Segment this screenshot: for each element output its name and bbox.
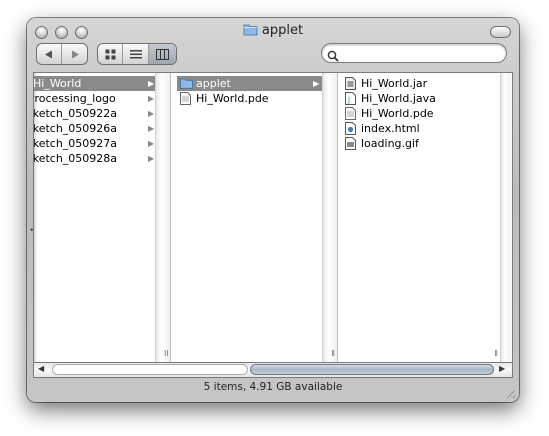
- scroll-track: [52, 364, 248, 375]
- window-title: applet: [261, 23, 304, 38]
- column-2: applet ▶ Hi_World.pde II: [171, 73, 338, 362]
- column-resize-grip[interactable]: II: [494, 349, 498, 358]
- icon-view-icon[interactable]: [98, 44, 124, 64]
- image-file-icon: [345, 137, 356, 150]
- list-item[interactable]: Hi_World ▶: [34, 76, 156, 91]
- nav-buttons: [36, 43, 88, 65]
- html-file-icon: [345, 122, 356, 135]
- column-1: Hi_World ▶ Processing_logo ▶ sketch_0509…: [34, 73, 171, 362]
- scroll-left-arrow-icon[interactable]: ◀: [38, 364, 44, 373]
- list-item[interactable]: sketch_050927a ▶: [34, 136, 156, 151]
- column-3-scrollbar[interactable]: [500, 73, 511, 362]
- toolbar-toggle-button[interactable]: [490, 26, 511, 38]
- list-item[interactable]: J Hi_World.java: [342, 91, 482, 106]
- column-resize-grip[interactable]: II: [164, 349, 169, 358]
- list-item[interactable]: sketch_050922a ▶: [34, 106, 156, 121]
- finder-window: applet Hi_World ▶ Processing_logo ▶ sket…: [27, 18, 519, 402]
- list-item[interactable]: Hi_World.jar: [342, 76, 482, 91]
- disclosure-arrow-icon: ▶: [148, 154, 155, 163]
- disclosure-arrow-icon: ▶: [148, 139, 155, 148]
- disclosure-arrow-icon: ▶: [313, 79, 320, 88]
- disclosure-arrow-icon: ▶: [148, 109, 155, 118]
- list-item[interactable]: sketch_050928a ▶: [34, 151, 156, 166]
- java-file-icon: J: [345, 92, 356, 105]
- back-arrow-icon[interactable]: [37, 44, 63, 64]
- search-icon: [327, 47, 339, 66]
- document-icon: [180, 92, 191, 105]
- view-switcher: [97, 43, 177, 65]
- list-view-icon[interactable]: [123, 44, 149, 64]
- column-resize-grip[interactable]: II: [331, 349, 335, 358]
- list-item[interactable]: Processing_logo ▶: [34, 91, 156, 106]
- search-field[interactable]: [321, 43, 507, 63]
- window-title-bar: applet: [27, 21, 519, 41]
- disclosure-arrow-icon: ▶: [148, 124, 155, 133]
- document-icon: [345, 107, 356, 120]
- search-input[interactable]: [342, 45, 496, 62]
- svg-text:J: J: [347, 96, 350, 104]
- list-item[interactable]: sketch_050926a ▶: [34, 121, 156, 136]
- column-2-scrollbar[interactable]: [322, 73, 337, 362]
- scroll-right-arrow-icon[interactable]: ▶: [499, 364, 505, 373]
- list-item[interactable]: loading.gif: [342, 136, 482, 151]
- column-1-scrollbar[interactable]: [155, 73, 170, 362]
- window-edge-handle: •: [29, 226, 35, 236]
- list-item[interactable]: Hi_World.pde: [342, 106, 482, 121]
- column-3: Hi_World.jar J Hi_World.java Hi_World.pd…: [338, 73, 512, 362]
- horizontal-scrollbar[interactable]: ◀ ▶: [33, 363, 513, 378]
- folder-icon: [180, 77, 193, 90]
- column-view-icon[interactable]: [148, 44, 176, 64]
- forward-arrow-icon[interactable]: [62, 44, 87, 64]
- disclosure-arrow-icon: ▶: [148, 79, 155, 88]
- status-bar: 5 items, 4.91 GB available: [203, 381, 343, 393]
- column-browser: Hi_World ▶ Processing_logo ▶ sketch_0509…: [33, 72, 513, 363]
- scroll-thumb[interactable]: [250, 364, 494, 375]
- disclosure-arrow-icon: ▶: [148, 94, 155, 103]
- list-item[interactable]: applet ▶: [177, 76, 323, 91]
- list-item[interactable]: index.html: [342, 121, 482, 136]
- jar-file-icon: [345, 77, 356, 90]
- folder-icon: [243, 23, 258, 36]
- list-item[interactable]: Hi_World.pde: [177, 91, 323, 106]
